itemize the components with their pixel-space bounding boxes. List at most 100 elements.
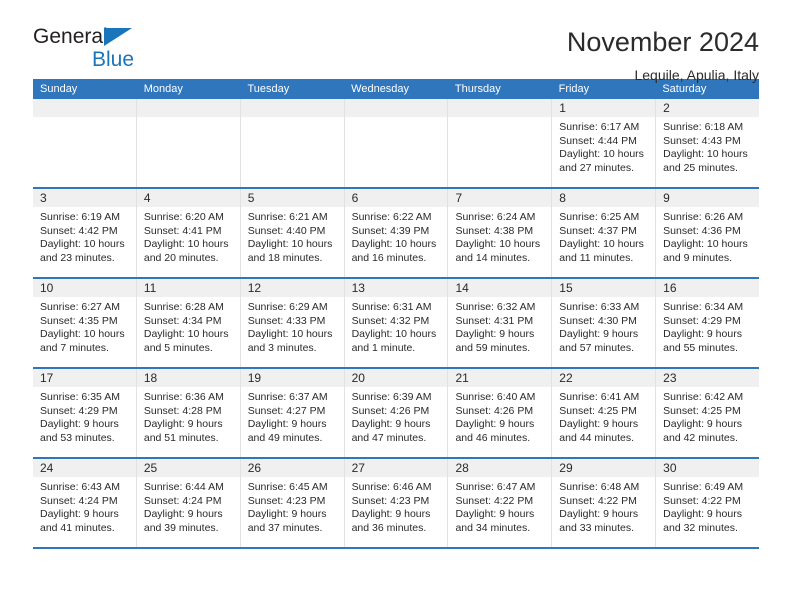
day-number-band: 16	[656, 279, 760, 297]
daylight-text-line2: and 37 minutes.	[247, 521, 323, 534]
day-details: Sunrise: 6:36 AM Sunset: 4:28 PM Dayligh…	[137, 387, 240, 445]
day-details: Sunrise: 6:24 AM Sunset: 4:38 PM Dayligh…	[448, 207, 551, 265]
day-number: 9	[663, 191, 670, 205]
week-row: 17 Sunrise: 6:35 AM Sunset: 4:29 PM Dayl…	[33, 367, 760, 457]
sunrise-text: Sunrise: 6:46 AM	[351, 481, 432, 493]
day-cell[interactable]: 20 Sunrise: 6:39 AM Sunset: 4:26 PM Dayl…	[344, 369, 449, 457]
day-cell[interactable]: 25 Sunrise: 6:44 AM Sunset: 4:24 PM Dayl…	[136, 459, 241, 547]
day-details: Sunrise: 6:28 AM Sunset: 4:34 PM Dayligh…	[137, 297, 240, 355]
day-cell[interactable]	[240, 99, 345, 187]
day-cell[interactable]: 9 Sunrise: 6:26 AM Sunset: 4:36 PM Dayli…	[656, 189, 760, 277]
day-cell[interactable]	[448, 99, 553, 187]
day-cell[interactable]: 13 Sunrise: 6:31 AM Sunset: 4:32 PM Dayl…	[344, 279, 449, 367]
day-number-band: 15	[552, 279, 656, 297]
sunrise-text: Sunrise: 6:19 AM	[40, 211, 120, 223]
day-cell[interactable]: 30 Sunrise: 6:49 AM Sunset: 4:22 PM Dayl…	[656, 459, 760, 547]
day-number-band: 8	[552, 189, 656, 207]
day-cell[interactable]: 4 Sunrise: 6:20 AM Sunset: 4:41 PM Dayli…	[136, 189, 241, 277]
sunset-text: Sunset: 4:23 PM	[351, 494, 430, 507]
sunrise-text: Sunrise: 6:22 AM	[351, 211, 432, 223]
week-row: 24 Sunrise: 6:43 AM Sunset: 4:24 PM Dayl…	[33, 457, 760, 547]
daylight-text-line1: Daylight: 9 hours	[455, 418, 535, 431]
day-number-band: 21	[448, 369, 552, 387]
day-cell[interactable]: 26 Sunrise: 6:45 AM Sunset: 4:23 PM Dayl…	[240, 459, 345, 547]
day-cell[interactable]	[33, 99, 137, 187]
day-cell[interactable]: 1 Sunrise: 6:17 AM Sunset: 4:44 PM Dayli…	[552, 99, 657, 187]
daylight-text-line1: Daylight: 9 hours	[455, 328, 535, 341]
day-cell[interactable]: 27 Sunrise: 6:46 AM Sunset: 4:23 PM Dayl…	[344, 459, 449, 547]
day-cell[interactable]	[136, 99, 241, 187]
day-cell[interactable]: 12 Sunrise: 6:29 AM Sunset: 4:33 PM Dayl…	[240, 279, 345, 367]
day-cell[interactable]: 11 Sunrise: 6:28 AM Sunset: 4:34 PM Dayl…	[136, 279, 241, 367]
day-number-band: 18	[136, 369, 240, 387]
sunset-text: Sunset: 4:43 PM	[663, 134, 741, 147]
day-cell[interactable]: 2 Sunrise: 6:18 AM Sunset: 4:43 PM Dayli…	[656, 99, 760, 187]
day-cell[interactable]: 15 Sunrise: 6:33 AM Sunset: 4:30 PM Dayl…	[552, 279, 657, 367]
daylight-text-line2: and 27 minutes.	[559, 161, 635, 174]
day-number-band: 14	[448, 279, 552, 297]
day-number: 3	[40, 191, 47, 205]
sunset-text: Sunset: 4:24 PM	[143, 494, 222, 507]
day-cell[interactable]: 21 Sunrise: 6:40 AM Sunset: 4:26 PM Dayl…	[448, 369, 553, 457]
weekday-friday: Friday	[558, 83, 590, 95]
daylight-text-line1: Daylight: 9 hours	[559, 328, 639, 341]
day-cell[interactable]: 16 Sunrise: 6:34 AM Sunset: 4:29 PM Dayl…	[656, 279, 760, 367]
sunset-text: Sunset: 4:39 PM	[351, 224, 430, 237]
day-details: Sunrise: 6:40 AM Sunset: 4:26 PM Dayligh…	[448, 387, 551, 445]
day-cell[interactable]: 22 Sunrise: 6:41 AM Sunset: 4:25 PM Dayl…	[552, 369, 657, 457]
day-cell[interactable]: 24 Sunrise: 6:43 AM Sunset: 4:24 PM Dayl…	[33, 459, 137, 547]
sunrise-text: Sunrise: 6:49 AM	[663, 481, 744, 493]
sunrise-text: Sunrise: 6:29 AM	[247, 301, 328, 313]
day-cell[interactable]: 19 Sunrise: 6:37 AM Sunset: 4:27 PM Dayl…	[240, 369, 345, 457]
day-cell[interactable]: 14 Sunrise: 6:32 AM Sunset: 4:31 PM Dayl…	[448, 279, 553, 367]
sunset-text: Sunset: 4:29 PM	[40, 404, 118, 417]
day-cell[interactable]: 17 Sunrise: 6:35 AM Sunset: 4:29 PM Dayl…	[33, 369, 137, 457]
day-number-band	[448, 99, 552, 117]
weekday-thursday: Thursday	[454, 83, 501, 95]
week-row: 3 Sunrise: 6:19 AM Sunset: 4:42 PM Dayli…	[33, 187, 760, 277]
daylight-text-line1: Daylight: 9 hours	[143, 508, 223, 521]
day-cell[interactable]: 7 Sunrise: 6:24 AM Sunset: 4:38 PM Dayli…	[448, 189, 553, 277]
day-cell[interactable]: 23 Sunrise: 6:42 AM Sunset: 4:25 PM Dayl…	[656, 369, 760, 457]
day-cell[interactable]: 5 Sunrise: 6:21 AM Sunset: 4:40 PM Dayli…	[240, 189, 345, 277]
day-cell[interactable]: 6 Sunrise: 6:22 AM Sunset: 4:39 PM Dayli…	[344, 189, 449, 277]
day-cell[interactable]: 29 Sunrise: 6:48 AM Sunset: 4:22 PM Dayl…	[552, 459, 657, 547]
day-number: 26	[247, 461, 262, 475]
day-details: Sunrise: 6:25 AM Sunset: 4:37 PM Dayligh…	[552, 207, 655, 265]
daylight-text-line1: Daylight: 9 hours	[351, 418, 431, 431]
daylight-text-line2: and 47 minutes.	[351, 431, 427, 444]
daylight-text-line1: Daylight: 9 hours	[40, 508, 119, 521]
day-number-band	[344, 99, 448, 117]
day-cell[interactable]: 28 Sunrise: 6:47 AM Sunset: 4:22 PM Dayl…	[448, 459, 553, 547]
sunrise-text: Sunrise: 6:32 AM	[455, 301, 536, 313]
day-number-band: 11	[136, 279, 240, 297]
day-cell[interactable]: 10 Sunrise: 6:27 AM Sunset: 4:35 PM Dayl…	[33, 279, 137, 367]
day-number: 13	[351, 281, 365, 295]
sunrise-text: Sunrise: 6:25 AM	[559, 211, 640, 223]
day-number: 1	[559, 101, 566, 115]
day-details: Sunrise: 6:37 AM Sunset: 4:27 PM Dayligh…	[241, 387, 344, 445]
day-details: Sunrise: 6:46 AM Sunset: 4:23 PM Dayligh…	[345, 477, 448, 535]
day-number: 15	[559, 281, 573, 295]
page-header: General Blue November 2024 Lequile, Apul…	[33, 0, 759, 83]
sunrise-text: Sunrise: 6:40 AM	[455, 391, 536, 403]
day-cell[interactable]: 18 Sunrise: 6:36 AM Sunset: 4:28 PM Dayl…	[136, 369, 241, 457]
day-number: 17	[40, 371, 54, 385]
day-cell[interactable]: 3 Sunrise: 6:19 AM Sunset: 4:42 PM Dayli…	[33, 189, 137, 277]
daylight-text-line2: and 44 minutes.	[559, 431, 635, 444]
sunset-text: Sunset: 4:37 PM	[559, 224, 637, 237]
day-number-band: 3	[33, 189, 136, 207]
daylight-text-line1: Daylight: 9 hours	[559, 418, 639, 431]
sunset-text: Sunset: 4:24 PM	[40, 494, 118, 507]
daylight-text-line1: Daylight: 9 hours	[455, 508, 535, 521]
sunset-text: Sunset: 4:41 PM	[143, 224, 222, 237]
day-details: Sunrise: 6:19 AM Sunset: 4:42 PM Dayligh…	[33, 207, 136, 265]
day-cell[interactable]	[344, 99, 449, 187]
sunrise-text: Sunrise: 6:41 AM	[559, 391, 640, 403]
sunset-text: Sunset: 4:31 PM	[455, 314, 534, 327]
day-cell[interactable]: 8 Sunrise: 6:25 AM Sunset: 4:37 PM Dayli…	[552, 189, 657, 277]
weekday-monday: Monday	[143, 83, 183, 95]
day-number: 16	[663, 281, 677, 295]
sunset-text: Sunset: 4:22 PM	[559, 494, 637, 507]
daylight-text-line1: Daylight: 10 hours	[663, 238, 748, 251]
